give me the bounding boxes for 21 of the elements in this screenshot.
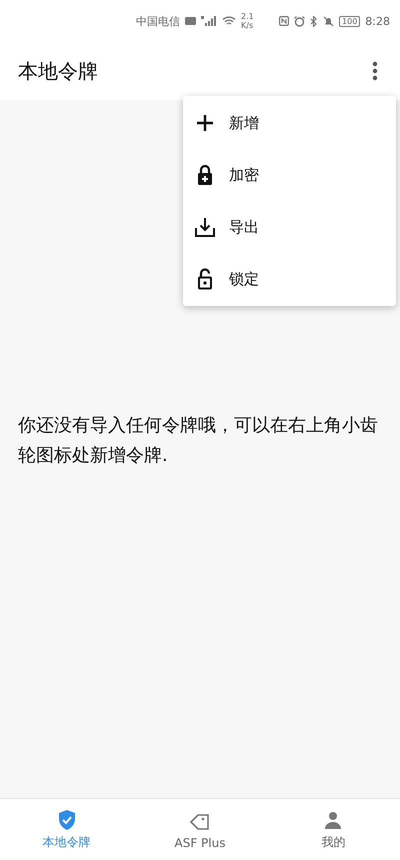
network-speed: 2.1 xyxy=(241,12,254,21)
nav-tab[interactable]: 我的 xyxy=(266,799,400,860)
menu-item[interactable]: 新增 xyxy=(183,97,396,149)
battery-indicator: 100 xyxy=(339,16,360,26)
signal-icon xyxy=(201,16,217,26)
wifi-icon xyxy=(222,16,236,26)
empty-message: 你还没有导入任何令牌哦，可以在右上角小齿轮图标处新增令牌. xyxy=(18,414,379,468)
mute-bell-icon xyxy=(323,16,334,26)
speed-unit: K/s xyxy=(241,21,254,30)
bluetooth-icon xyxy=(310,16,318,26)
carrier-name: 中国电信 xyxy=(136,14,180,28)
alarm-icon xyxy=(294,16,306,26)
more-vertical-icon xyxy=(372,61,378,81)
app-title: 本地令牌 xyxy=(18,58,98,84)
menu-item[interactable]: 导出 xyxy=(183,201,396,253)
clock-time: 8:28 xyxy=(365,14,390,28)
menu-item[interactable]: 加密 xyxy=(183,149,396,201)
nav-tab[interactable]: ASF Plus xyxy=(133,799,267,860)
download-tray-icon xyxy=(193,215,217,239)
nfc-icon xyxy=(279,16,290,26)
menu-item[interactable]: 锁定 xyxy=(183,253,396,305)
